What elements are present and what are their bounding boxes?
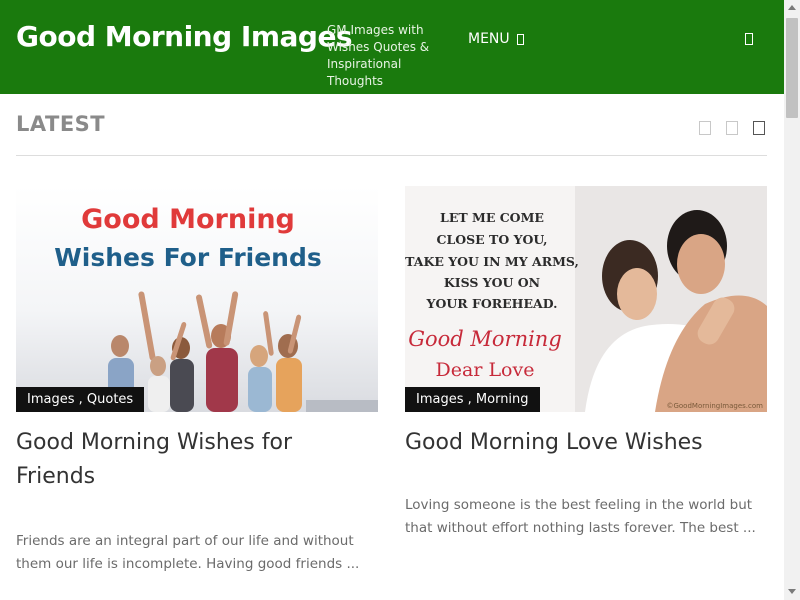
menu-button[interactable]: MENU xyxy=(468,31,524,47)
image-watermark: ©GoodMorningImages.com xyxy=(666,402,763,410)
scroll-down-icon[interactable] xyxy=(784,584,800,600)
post-thumbnail[interactable]: LET ME COME CLOSE TO YOU, TAKE YOU IN MY… xyxy=(405,186,767,412)
image-text-line: CLOSE TO YOU, xyxy=(437,232,548,247)
category-link[interactable]: Morning xyxy=(476,392,529,407)
image-text-line: Dear Love xyxy=(436,359,535,381)
category-separator: , xyxy=(74,392,87,407)
post-card: LET ME COME CLOSE TO YOU, TAKE YOU IN MY… xyxy=(405,186,767,540)
image-text-line: TAKE YOU IN MY ARMS, xyxy=(405,254,579,269)
scroll-up-icon[interactable] xyxy=(784,0,800,16)
section-heading: LATEST xyxy=(16,112,106,136)
carousel-prev-icon[interactable] xyxy=(699,121,711,135)
post-title[interactable]: Good Morning Wishes for Friends xyxy=(16,426,378,494)
post-categories: Images , Morning xyxy=(405,387,540,412)
category-link[interactable]: Images xyxy=(416,392,464,407)
post-image: LET ME COME CLOSE TO YOU, TAKE YOU IN MY… xyxy=(405,186,767,412)
post-image: Good Morning Wishes For Friends xyxy=(16,186,378,412)
category-separator: , xyxy=(463,392,476,407)
image-text-line: Good Morning xyxy=(408,327,562,351)
grid-view-icon[interactable] xyxy=(753,121,765,135)
category-link[interactable]: Images xyxy=(27,392,75,407)
post-categories: Images , Quotes xyxy=(16,387,145,412)
post-card: Good Morning Wishes For Friends Images ,… xyxy=(16,186,378,576)
scrollbar-thumb[interactable] xyxy=(786,18,798,118)
search-icon[interactable] xyxy=(745,33,753,45)
image-text-line: Good Morning xyxy=(81,204,295,235)
carousel-next-icon[interactable] xyxy=(726,121,738,135)
post-thumbnail[interactable]: Good Morning Wishes For Friends Images ,… xyxy=(16,186,378,412)
site-tagline: GM Images with Wishes Quotes & Inspirati… xyxy=(327,23,430,88)
image-text-line: KISS YOU ON xyxy=(444,275,540,290)
category-link[interactable]: Quotes xyxy=(87,392,133,407)
menu-icon xyxy=(516,33,524,45)
page-scrollbar[interactable] xyxy=(784,0,800,600)
post-title[interactable]: Good Morning Love Wishes xyxy=(405,426,767,460)
site-header: Good Morning Images GM Images with Wishe… xyxy=(0,0,784,94)
image-text-line: Wishes For Friends xyxy=(54,243,322,272)
section-divider xyxy=(16,155,767,156)
image-text-line: YOUR FOREHEAD. xyxy=(426,296,558,311)
image-text-line: LET ME COME xyxy=(440,210,544,225)
menu-label: MENU xyxy=(468,31,510,47)
post-excerpt: Loving someone is the best feeling in th… xyxy=(405,497,756,536)
site-title[interactable]: Good Morning Images xyxy=(16,20,353,53)
post-excerpt: Friends are an integral part of our life… xyxy=(16,533,360,572)
